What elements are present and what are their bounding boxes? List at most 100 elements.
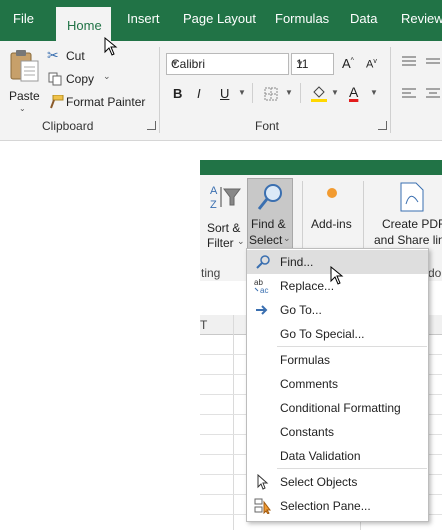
align-top-icon[interactable] bbox=[401, 55, 417, 67]
tab-data[interactable]: Data bbox=[350, 11, 377, 26]
chevron-down-icon: ⌄ bbox=[19, 104, 26, 113]
menu-item-selection-pane[interactable]: Selection Pane... bbox=[247, 494, 428, 518]
copy-icon bbox=[48, 72, 62, 86]
menu-item-label: Comments bbox=[280, 377, 339, 391]
increase-font-size-icon[interactable]: A^ bbox=[342, 56, 354, 71]
sort-filter-line2: Filter bbox=[207, 236, 234, 250]
find-select-line1: Find & bbox=[251, 217, 286, 231]
svg-text:A: A bbox=[210, 185, 218, 197]
align-left-icon[interactable] bbox=[401, 87, 417, 99]
menu-item-select-objects[interactable]: Select Objects bbox=[247, 470, 428, 494]
chevron-down-icon: ▼ bbox=[296, 59, 304, 68]
menu-separator bbox=[277, 346, 427, 347]
ribbon-tab-bar-strip bbox=[200, 160, 442, 175]
cut-label: Cut bbox=[66, 49, 85, 63]
dialog-launcher-icon[interactable] bbox=[378, 121, 387, 130]
menu-item-label: Select Objects bbox=[280, 475, 358, 489]
pointer-icon bbox=[257, 474, 269, 490]
menu-item-label: Data Validation bbox=[280, 449, 361, 463]
divider bbox=[300, 83, 301, 103]
chevron-down-icon: ⌄ bbox=[283, 233, 291, 243]
column-header-fragment: T bbox=[200, 318, 208, 332]
menu-separator bbox=[277, 468, 427, 469]
format-painter-label: Format Painter bbox=[66, 95, 146, 109]
menu-item-label: Conditional Formatting bbox=[280, 401, 401, 415]
tab-review[interactable]: Review bbox=[401, 11, 442, 26]
menu-item-comments[interactable]: Comments bbox=[247, 372, 428, 396]
divider bbox=[252, 83, 253, 103]
menu-item-label: Go To Special... bbox=[280, 327, 365, 341]
grid-column-line bbox=[233, 334, 234, 530]
sort-filter-icon: A Z bbox=[210, 185, 241, 211]
italic-button[interactable]: I bbox=[197, 86, 201, 101]
underline-button[interactable]: U bbox=[220, 86, 229, 101]
magnifier-icon bbox=[257, 184, 282, 210]
svg-text:ac: ac bbox=[260, 286, 268, 294]
add-ins-label: Add-ins bbox=[311, 217, 352, 231]
find-select-menu: Find... ab ac Replace... Go To... Go To … bbox=[246, 248, 429, 522]
menu-item-formulas[interactable]: Formulas bbox=[247, 348, 428, 372]
find-select-button[interactable]: Find & Select ⌄ bbox=[247, 178, 293, 249]
font-group-label: Font bbox=[255, 119, 280, 133]
mouse-cursor-icon bbox=[104, 37, 118, 56]
chevron-down-icon: ⌄ bbox=[237, 236, 245, 246]
add-ins-icon bbox=[327, 188, 337, 198]
menu-item-label: Go To... bbox=[280, 303, 322, 317]
pdf-icon bbox=[400, 182, 424, 212]
font-color-icon[interactable]: A bbox=[349, 84, 358, 100]
add-ins-button[interactable]: Add-ins bbox=[308, 179, 358, 249]
font-name-select[interactable]: Calibri ▼ bbox=[166, 53, 289, 75]
clipboard-group-label: Clipboard bbox=[42, 119, 94, 133]
sort-filter-button[interactable]: A Z Sort & Filter ⌄ bbox=[202, 179, 246, 250]
menu-item-label: Formulas bbox=[280, 353, 331, 367]
paste-label: Paste bbox=[9, 89, 40, 103]
create-pdf-line2: and Share lin bbox=[374, 233, 442, 247]
column-divider bbox=[233, 315, 234, 334]
scissors-icon: ✂ bbox=[47, 47, 59, 63]
clipboard-icon bbox=[10, 50, 39, 82]
chevron-down-icon[interactable]: ▼ bbox=[238, 88, 246, 97]
menu-item-label: Constants bbox=[280, 425, 335, 439]
menu-item-go-to-special[interactable]: Go To Special... bbox=[247, 322, 428, 346]
align-center-icon[interactable] bbox=[425, 87, 441, 99]
menu-item-go-to[interactable]: Go To... bbox=[247, 298, 428, 322]
chevron-down-icon: ▼ bbox=[171, 59, 179, 68]
group-divider bbox=[159, 47, 160, 133]
chevron-down-icon[interactable]: ▼ bbox=[285, 88, 293, 97]
menu-item-label: Selection Pane... bbox=[280, 499, 371, 513]
borders-icon[interactable] bbox=[264, 87, 278, 101]
dialog-launcher-icon[interactable] bbox=[147, 121, 156, 130]
decrease-font-size-icon[interactable]: Av bbox=[366, 58, 377, 71]
menu-item-constants[interactable]: Constants bbox=[247, 420, 428, 444]
chevron-down-icon[interactable]: ▼ bbox=[331, 88, 339, 97]
chevron-down-icon[interactable]: ▼ bbox=[370, 88, 378, 97]
selection-pane-icon bbox=[254, 498, 271, 514]
fill-color-icon[interactable] bbox=[310, 84, 328, 102]
copy-label: Copy bbox=[66, 72, 95, 86]
group-label-fragment: do bbox=[428, 266, 442, 280]
mouse-cursor-icon bbox=[330, 266, 344, 285]
ribbon-tab-bar: File Home Insert Page Layout Formulas Da… bbox=[0, 0, 442, 41]
font-size-select[interactable]: 11 ▼ bbox=[291, 53, 334, 75]
tab-insert[interactable]: Insert bbox=[127, 11, 160, 26]
sort-filter-line1: Sort & bbox=[207, 221, 241, 235]
ribbon-body: Paste ⌄ ✂ Cut Copy ⌄ Format Painter Clip… bbox=[0, 41, 442, 141]
bold-button[interactable]: B bbox=[173, 86, 182, 101]
paste-button[interactable]: Paste ⌄ bbox=[6, 47, 42, 113]
tab-page-layout[interactable]: Page Layout bbox=[183, 11, 256, 26]
menu-item-data-validation[interactable]: Data Validation bbox=[247, 444, 428, 468]
replace-icon: ab ac bbox=[254, 278, 268, 294]
tab-home[interactable]: Home bbox=[56, 7, 111, 41]
group-label-fragment: ting bbox=[201, 266, 221, 280]
tab-formulas[interactable]: Formulas bbox=[275, 11, 329, 26]
arrow-right-icon bbox=[256, 305, 268, 315]
chevron-down-icon: ⌄ bbox=[103, 71, 111, 81]
paintbrush-icon bbox=[50, 95, 64, 109]
tab-home-label: Home bbox=[67, 18, 102, 33]
align-middle-icon[interactable] bbox=[425, 55, 441, 67]
svg-text:Z: Z bbox=[210, 199, 217, 211]
create-pdf-button[interactable]: Create PDF and Share lin bbox=[370, 179, 442, 249]
tab-file[interactable]: File bbox=[13, 11, 34, 26]
menu-item-conditional-formatting[interactable]: Conditional Formatting bbox=[247, 396, 428, 420]
copy-button[interactable]: Copy ⌄ bbox=[47, 71, 117, 89]
